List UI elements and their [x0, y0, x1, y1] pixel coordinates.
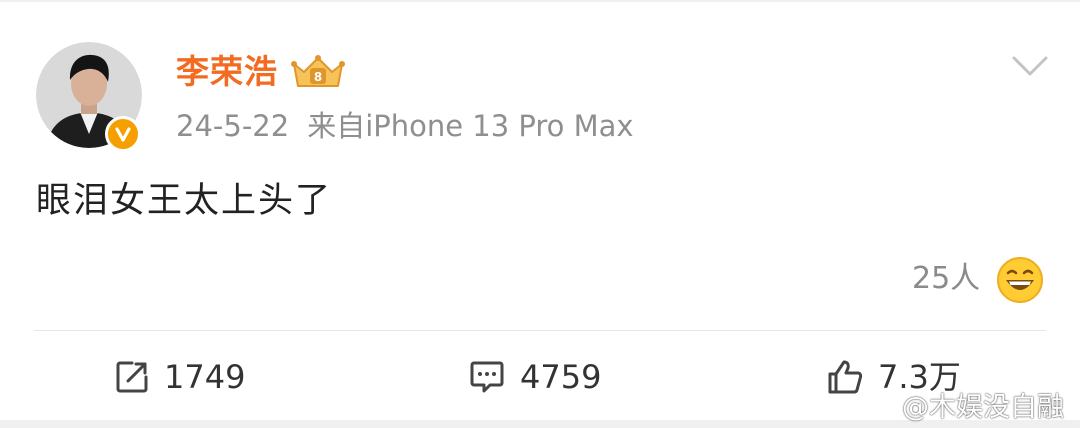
grinning-face-emoji-icon[interactable] — [996, 256, 1044, 304]
share-button[interactable]: 1749 — [114, 352, 245, 402]
author-name[interactable]: 李荣浩 — [176, 50, 278, 94]
post-date: 24-5-22 — [176, 109, 290, 143]
post-source: 来自iPhone 13 Pro Max — [307, 109, 634, 143]
watermark-text: @木娱没自融 — [902, 391, 1064, 423]
share-icon — [116, 361, 148, 393]
reaction-count[interactable]: 25人 — [912, 258, 980, 300]
svg-text:8: 8 — [314, 70, 322, 84]
verified-badge-icon — [105, 116, 141, 152]
thumbs-up-icon — [828, 360, 863, 394]
chevron-down-icon[interactable] — [1010, 52, 1050, 80]
share-count: 1749 — [164, 358, 246, 396]
comment-button[interactable]: 4759 — [468, 352, 601, 402]
post-meta: 24-5-22 来自iPhone 13 Pro Max — [176, 106, 634, 146]
divider — [34, 330, 1046, 331]
vip-crown-icon: 8 — [291, 55, 345, 87]
weibo-post-card: 李荣浩 8 24-5-22 来自iPhone 13 Pro Max 眼泪女王太上头… — [0, 2, 1080, 420]
author-avatar[interactable] — [36, 42, 142, 152]
post-text: 眼泪女王太上头了 — [36, 181, 333, 221]
watermark: @木娱没自融 — [862, 386, 1064, 423]
weibo-logo-icon — [862, 392, 894, 417]
comment-icon — [470, 361, 504, 393]
comment-count: 4759 — [520, 358, 602, 396]
